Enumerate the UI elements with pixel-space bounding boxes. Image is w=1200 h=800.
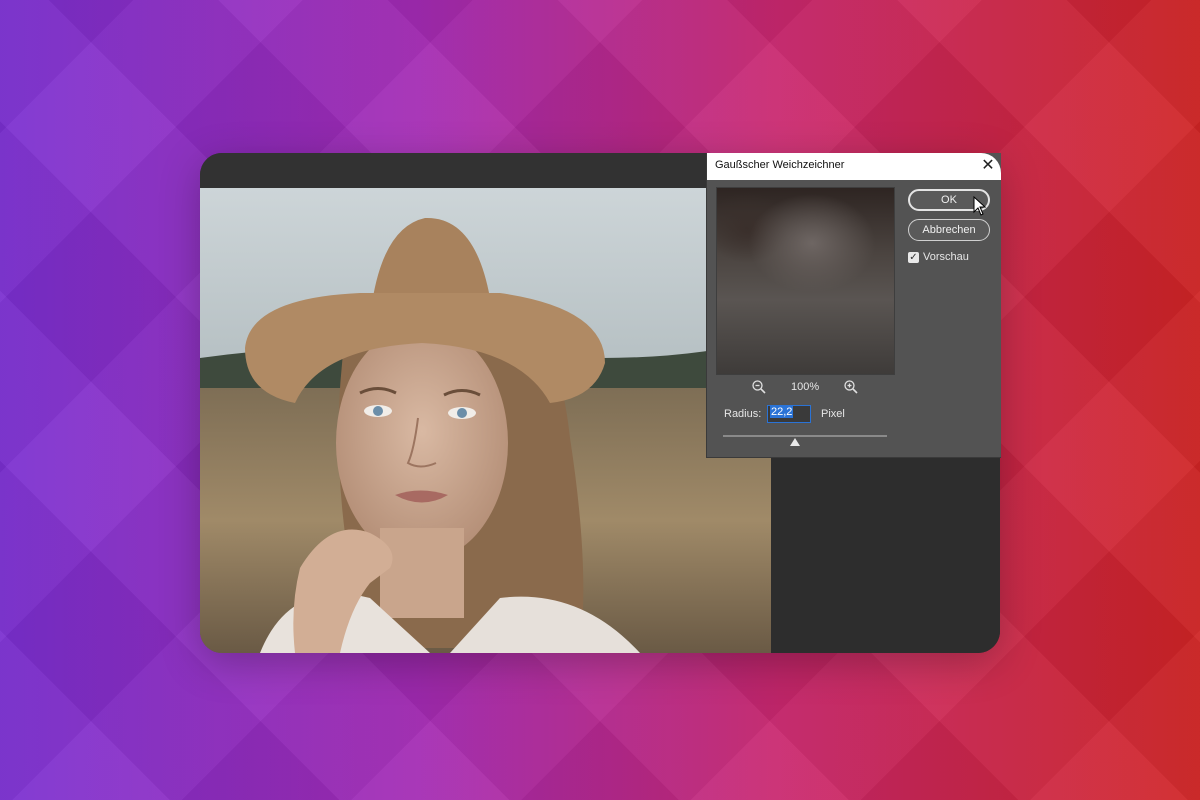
zoom-out-icon[interactable] bbox=[751, 379, 767, 395]
unit-label: Pixel bbox=[821, 408, 845, 420]
radius-input[interactable]: 22,2 bbox=[767, 405, 811, 423]
zoom-in-icon[interactable] bbox=[843, 379, 859, 395]
portrait-image bbox=[200, 188, 771, 653]
zoom-controls: 100% bbox=[747, 379, 867, 397]
dialog-title: Gaußscher Weichzeichner bbox=[715, 159, 845, 171]
cancel-button[interactable]: Abbrechen bbox=[908, 219, 990, 241]
preview-label: Vorschau bbox=[923, 251, 969, 263]
preview-checkbox[interactable]: ✓ bbox=[908, 252, 919, 263]
preview-checkbox-row[interactable]: ✓ Vorschau bbox=[908, 251, 988, 265]
close-icon[interactable]: ✕ bbox=[979, 157, 997, 175]
photo-canvas[interactable] bbox=[200, 188, 771, 653]
zoom-level: 100% bbox=[791, 381, 820, 393]
radius-slider-thumb[interactable] bbox=[790, 438, 801, 446]
gaussian-blur-dialog: Gaußscher Weichzeichner ✕ 100% Radius: 2… bbox=[706, 153, 1001, 458]
mouse-cursor-icon bbox=[973, 196, 987, 216]
blur-preview-image[interactable] bbox=[716, 187, 895, 375]
radius-value: 22,2 bbox=[770, 406, 794, 418]
radius-slider-track[interactable] bbox=[723, 435, 887, 437]
radius-label: Radius: bbox=[724, 408, 762, 420]
dialog-titlebar[interactable]: Gaußscher Weichzeichner ✕ bbox=[707, 153, 1001, 180]
